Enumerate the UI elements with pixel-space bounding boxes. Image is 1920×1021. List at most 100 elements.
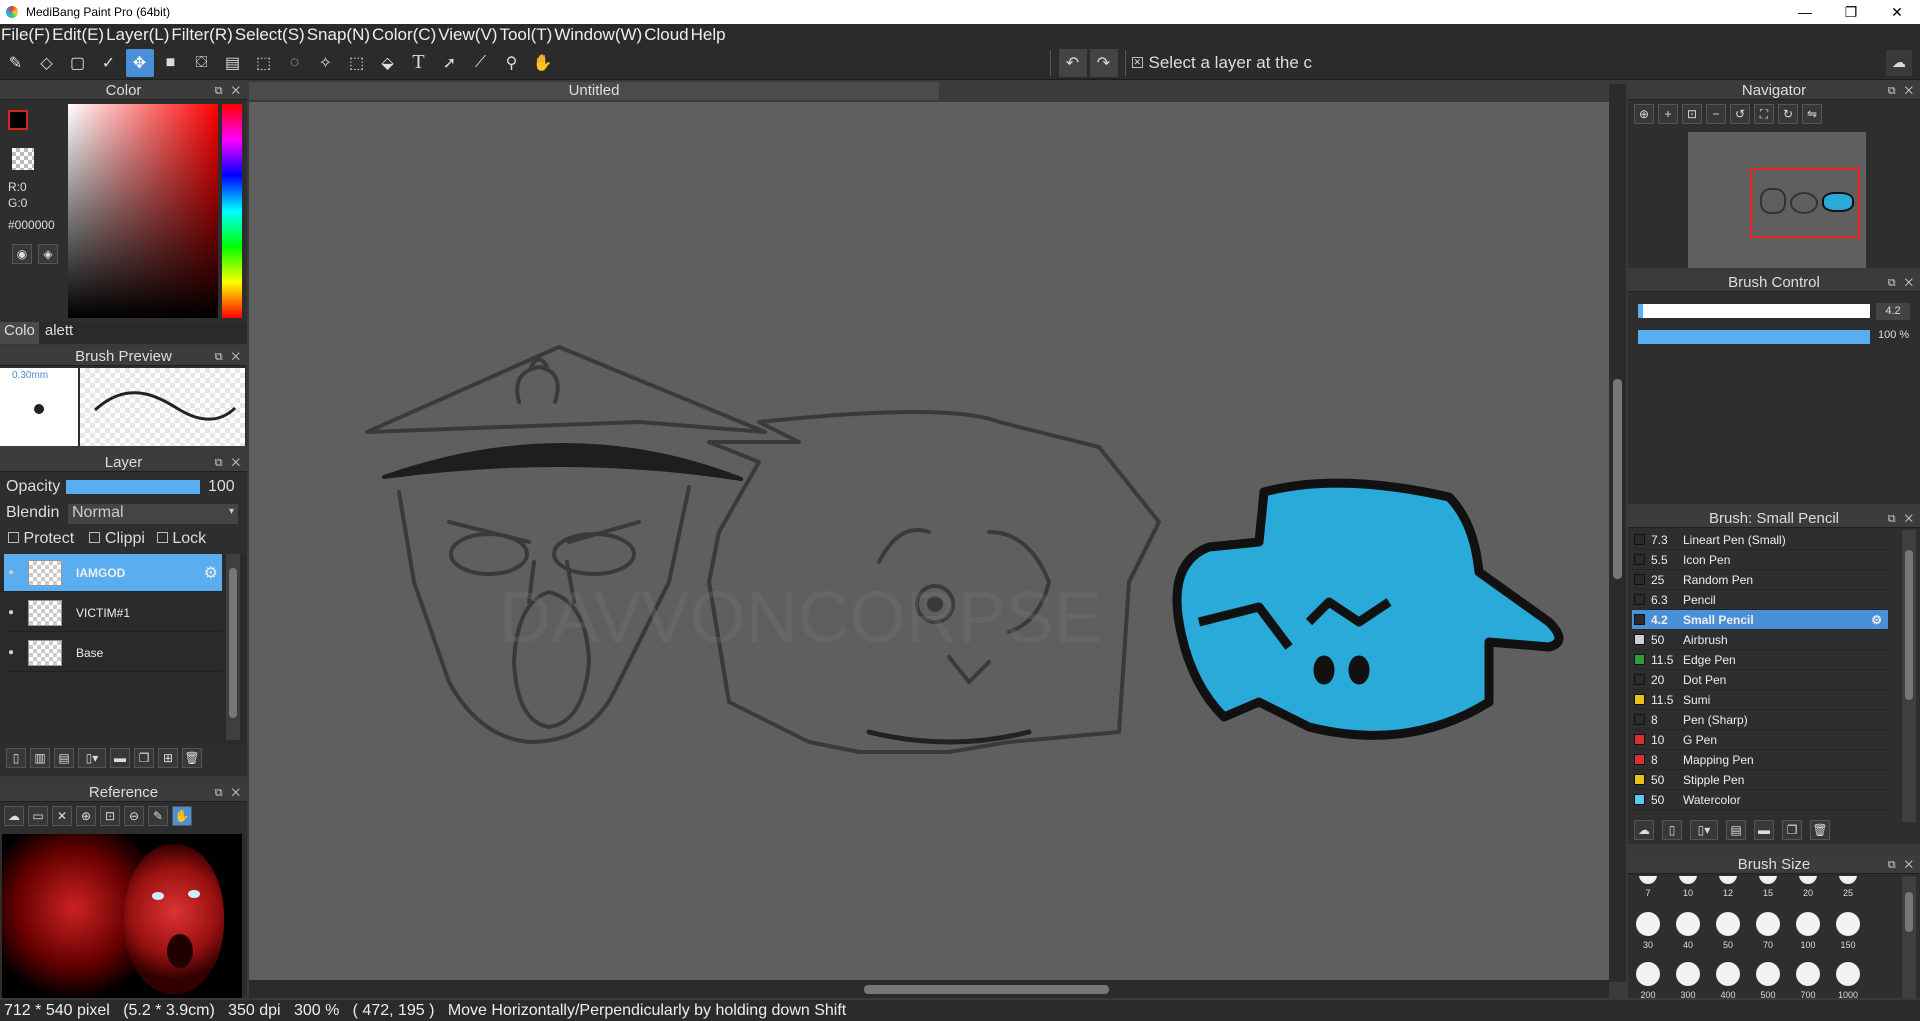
brush-size-preset[interactable] [1796,962,1820,986]
brush-size-preset[interactable] [1636,912,1660,936]
new-8bit-layer-icon[interactable]: ▤ [54,748,74,768]
panel-window-controls[interactable]: ⧉ ✕ [215,348,243,366]
brush-size-preset[interactable] [1836,962,1860,986]
brush-list-item[interactable]: 8 Pen (Sharp) [1632,710,1888,730]
folder-icon[interactable]: ▬ [110,748,130,768]
menu-snap[interactable]: Snap(N) [306,25,371,45]
brush-settings-icon[interactable]: ▤ [1726,820,1746,840]
delete-layer-icon[interactable]: 🗑 [182,748,202,768]
brush-size-preset[interactable] [1756,912,1780,936]
panel-window-controls[interactable]: ⧉ ✕ [1888,274,1916,292]
hand-icon[interactable]: ✋ [172,806,192,826]
rectangle-fill-tool-icon[interactable]: ■ [157,49,185,77]
eyedropper-icon[interactable]: ✎ [148,806,168,826]
brush-list-item[interactable]: 11.5 Sumi [1632,690,1888,710]
operation-tool-icon[interactable]: ➚ [436,49,464,77]
panel-window-controls[interactable]: ⧉ ✕ [1888,856,1916,874]
select-pen-tool-icon[interactable]: ⬚ [343,49,371,77]
panel-window-controls[interactable]: ⧉ ✕ [215,82,243,100]
brush-tool-icon[interactable]: ✎ [2,49,30,77]
undo-button[interactable]: ↶ [1058,48,1087,77]
drawing-canvas[interactable]: DAVVONCORPSE [249,102,1609,982]
brush-size-preset[interactable] [1759,876,1777,884]
move-tool-icon[interactable]: ✥ [125,48,154,77]
brush-folder-icon[interactable]: ▬ [1754,820,1774,840]
panel-window-controls[interactable]: ⧉ ✕ [1888,510,1916,528]
magic-wand-tool-icon[interactable]: ✧ [312,49,340,77]
saturation-value-picker[interactable] [68,104,218,318]
brush-size-value[interactable]: 4.2 [1876,303,1910,320]
rotate-right-icon[interactable]: ↻ [1778,104,1798,124]
menu-layer[interactable]: Layer(L) [105,25,170,45]
brush-list-item[interactable]: 11.5 Edge Pen [1632,650,1888,670]
brush-settings-gear-icon[interactable]: ⚙ [1871,613,1882,627]
new-halftone-layer-icon[interactable]: ▥ [30,748,50,768]
scrollbar-thumb[interactable] [1905,892,1913,932]
layer-settings-gear-icon[interactable]: ⚙ [204,563,218,583]
brush-opacity-slider[interactable] [1638,330,1870,344]
zoom-in-icon[interactable]: ⊕ [76,806,96,826]
brush-size-preset[interactable] [1836,912,1860,936]
cloud-brush-icon[interactable]: ☁ [1634,820,1654,840]
brush-list-item[interactable]: 5.5 Icon Pen [1632,550,1888,570]
brush-size-preset[interactable] [1676,912,1700,936]
brush-size-preset[interactable] [1676,962,1700,986]
brush-size-preset[interactable] [1796,912,1820,936]
brush-list-item[interactable]: 50 Watercolor [1632,790,1888,810]
scrollbar-thumb[interactable] [1905,550,1913,700]
add-brush-menu-icon[interactable]: ▯▾ [1690,820,1718,840]
duplicate-layer-icon[interactable]: ❐ [134,748,154,768]
layer-scrollbar[interactable] [226,554,240,740]
brush-size-preset[interactable] [1716,912,1740,936]
visibility-eye-icon[interactable]: ● [4,607,18,618]
menu-help[interactable]: Help [690,25,727,45]
viewport-frame[interactable] [1750,168,1860,238]
text-tool-icon[interactable]: T [405,49,433,77]
select-eraser-tool-icon[interactable]: ⬙ [374,49,402,77]
gradient-tool-icon[interactable]: ▤ [219,49,247,77]
scrollbar-thumb[interactable] [864,985,1109,994]
brush-list-item[interactable]: 7.3 Lineart Pen (Small) [1632,530,1888,550]
close-reference-icon[interactable]: ✕ [52,806,72,826]
lock-checkbox[interactable]: Lock [156,530,206,548]
panel-window-controls[interactable]: ⧉ ✕ [1888,82,1916,100]
zoom-out-icon[interactable]: − [1706,104,1726,124]
tab-color[interactable]: Colo [0,322,39,344]
cloud-button[interactable]: ☁ [1886,49,1912,76]
brush-list-item[interactable]: 8 Mapping Pen [1632,750,1888,770]
cloud-upload-icon[interactable]: ☁ [4,806,24,826]
visibility-eye-icon[interactable]: ● [4,567,18,578]
menu-filter[interactable]: Filter(R) [170,25,233,45]
brush-size-preset[interactable] [1716,962,1740,986]
menu-view[interactable]: View(V) [437,25,498,45]
menu-tool[interactable]: Tool(T) [498,25,553,45]
menu-window[interactable]: Window(W) [553,25,643,45]
brush-list-item[interactable]: 10 G Pen [1632,730,1888,750]
blending-select[interactable]: Normal ▾ [68,504,238,524]
add-layer-menu-icon[interactable]: ▯▾ [78,748,106,768]
brush-list-item[interactable]: 50 Airbrush [1632,630,1888,650]
canvas-vertical-scrollbar[interactable] [1609,84,1626,982]
menu-select[interactable]: Select(S) [234,25,306,45]
fit-screen-icon[interactable]: ⊡ [1682,104,1702,124]
scrollbar-thumb[interactable] [229,568,237,718]
redo-button[interactable]: ↷ [1089,48,1118,77]
layer-row-iamgod[interactable]: ● IAMGOD ⚙ [4,554,222,592]
brush-size-preset[interactable] [1639,876,1657,884]
layer-row-victim[interactable]: ● VICTIM#1 [4,594,222,632]
brush-size-preset[interactable] [1636,962,1660,986]
brush-size-preset[interactable] [1719,876,1737,884]
brush-list-item[interactable]: 20 Dot Pen [1632,670,1888,690]
palette-icon[interactable]: ◉ [12,244,32,264]
brush-size-preset[interactable] [1799,876,1817,884]
visibility-eye-icon[interactable]: ● [4,647,18,658]
merge-down-icon[interactable]: ⊞ [158,748,178,768]
zoom-tool-icon[interactable]: ⊕ [1634,104,1654,124]
document-tab[interactable]: Untitled [249,82,939,100]
opacity-slider[interactable] [66,480,200,494]
flip-horizontal-icon[interactable]: ⇋ [1802,104,1822,124]
maximize-button[interactable]: ❐ [1828,4,1874,21]
duplicate-brush-icon[interactable]: ❐ [1782,820,1802,840]
layer-row-base[interactable]: ● Base [4,634,222,672]
tab-palette[interactable]: alett [39,322,79,344]
